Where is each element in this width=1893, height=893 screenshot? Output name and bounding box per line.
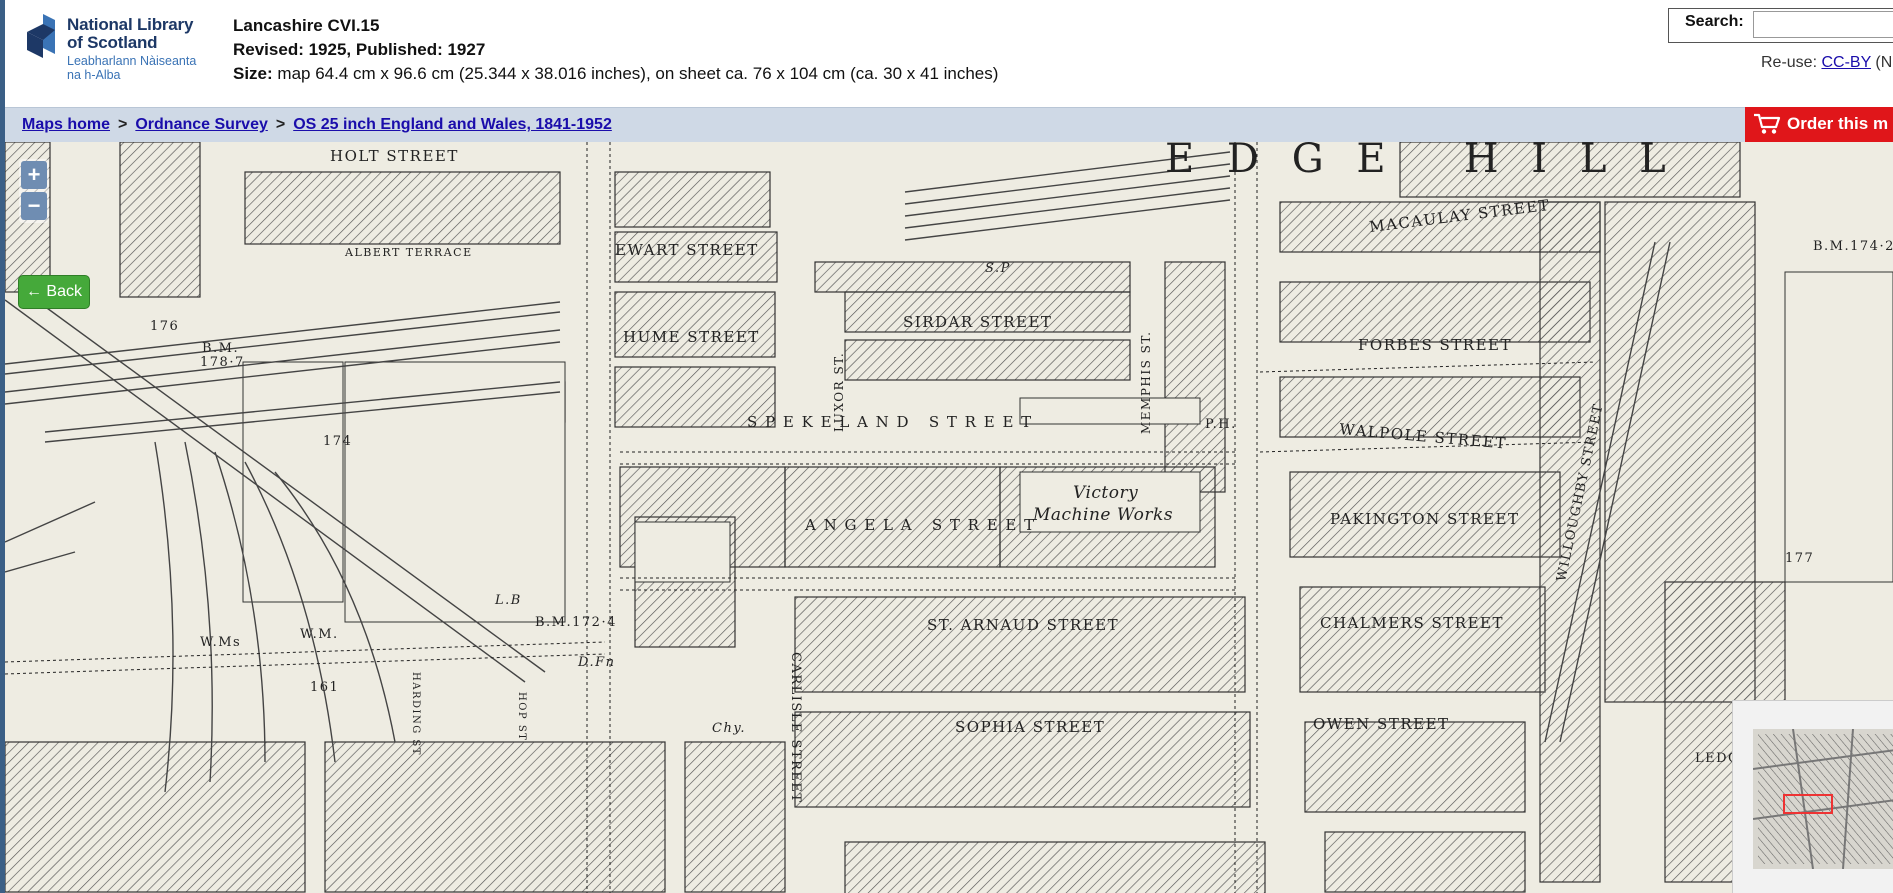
map-label-carlisle-street: CARLISLE STREET	[788, 652, 803, 804]
breadcrumb-bar: Maps home > Ordnance Survey > OS 25 inch Eng…	[5, 107, 1893, 143]
map-title: Lancashire CVI.15	[233, 16, 380, 35]
map-label-177: 177	[1785, 551, 1814, 566]
map-label-chalmers-street: CHALMERS STREET	[1320, 614, 1504, 632]
nls-logo-mark-icon	[27, 14, 55, 58]
map-label-edge-hill: E D G E H I L L	[1165, 142, 1676, 182]
map-label-bm: B.M.	[202, 341, 239, 356]
map-label-st-arnaud-street: ST. ARNAUD STREET	[927, 616, 1119, 634]
map-label-176: 176	[150, 319, 179, 334]
map-size-label: Size:	[233, 64, 273, 83]
breadcrumb-os-25-inch[interactable]: OS 25 inch England and Wales, 1841-1952	[293, 116, 612, 133]
map-label-dfn: D.Fn	[577, 655, 615, 670]
map-label-harding-st: HARDING ST	[410, 672, 421, 756]
reuse-prefix: Re-use:	[1761, 54, 1822, 71]
overview-map[interactable]	[1732, 700, 1893, 893]
zoom-in-button[interactable]: +	[21, 161, 47, 189]
map-label-wms: W.Ms	[200, 635, 241, 650]
map-label-forbes-street: FORBES STREET	[1358, 336, 1512, 354]
reuse-suffix: (NL	[1875, 54, 1893, 71]
breadcrumb-separator: >	[275, 116, 286, 133]
zoom-control: + −	[19, 159, 49, 223]
map-label-sirdar-street: SIRDAR STREET	[903, 313, 1052, 331]
map-canvas[interactable]: HOLT STREET ALBERT TERRACE EWART STREET …	[5, 142, 1893, 893]
map-label-sophia-street: SOPHIA STREET	[955, 718, 1105, 736]
order-map-label: Order this m	[1787, 114, 1889, 133]
map-info: Lancashire CVI.15 Revised: 1925, Publish…	[233, 14, 998, 86]
map-label-lb: L.B	[494, 593, 522, 608]
map-label-victory: Victory	[1073, 483, 1138, 503]
map-label-holt-street: HOLT STREET	[330, 147, 459, 165]
breadcrumb-maps-home[interactable]: Maps home	[22, 116, 110, 133]
logo-line-2: of Scotland	[67, 33, 158, 52]
reuse-info: Re-use: CC-BY (NL	[1761, 54, 1893, 72]
map-size: Size: map 64.4 cm x 96.6 cm (25.344 x 38…	[233, 62, 998, 86]
map-label-owen-street: OWEN STREET	[1313, 715, 1450, 733]
map-label-machine-works: Machine Works	[1032, 505, 1173, 525]
map-label-hume-street: HUME STREET	[623, 328, 760, 346]
map-label-bm-172: B.M.172·4	[535, 615, 617, 630]
map-label-pakington-street: PAKINGTON STREET	[1330, 510, 1519, 528]
map-label-albert-terrace: ALBERT TERRACE	[344, 246, 473, 259]
search-box: Search:	[1668, 8, 1893, 43]
map-label-bm-174: B.M.174·2	[1813, 239, 1893, 254]
search-label: Search:	[1685, 13, 1744, 30]
breadcrumb: Maps home > Ordnance Survey > OS 25 inch Eng…	[22, 116, 612, 134]
map-label-ewart-street: EWART STREET	[615, 241, 759, 259]
breadcrumb-ordnance-survey[interactable]: Ordnance Survey	[135, 116, 268, 133]
map-size-text: map 64.4 cm x 96.6 cm (25.344 x 38.016 i…	[277, 64, 999, 83]
map-revised: Revised: 1925, Published: 1927	[233, 40, 486, 59]
map-label-wm: W.M.	[300, 627, 339, 642]
map-viewer[interactable]: HOLT STREET ALBERT TERRACE EWART STREET …	[5, 142, 1893, 893]
overview-viewport-frame[interactable]	[1783, 794, 1833, 814]
map-label-hop-st: HOP ST	[516, 692, 527, 741]
map-label-memphis-st: MEMPHIS ST.	[1139, 331, 1153, 434]
breadcrumb-separator: >	[118, 116, 128, 133]
nls-logo[interactable]: National Library of Scotland Leabharlann…	[25, 14, 215, 90]
header: National Library of Scotland Leabharlann…	[5, 0, 1893, 107]
map-label-angela-street: A N G E L A S T R E E T	[804, 516, 1036, 534]
zoom-out-button[interactable]: −	[21, 192, 47, 220]
map-label-ph: P.H.	[1205, 417, 1237, 432]
map-label-174: 174	[323, 434, 352, 449]
cart-icon	[1754, 113, 1781, 134]
search-input[interactable]	[1753, 11, 1893, 38]
map-label-161: 161	[310, 680, 339, 695]
map-label-chy: Chy.	[712, 721, 746, 736]
logo-line-3: Leabharlann Nàiseanta	[67, 54, 197, 68]
map-label-spekeland-street: S P E K E L A N D S T R E E T	[747, 413, 1033, 431]
map-label-sp: S.P	[985, 261, 1011, 276]
logo-line-4: na h-Alba	[67, 68, 121, 82]
cc-by-link[interactable]: CC-BY	[1821, 54, 1871, 71]
back-button[interactable]: ← Back	[18, 275, 90, 309]
logo-line-1: National Library	[67, 15, 194, 34]
map-label-bm-178: 178·7	[200, 355, 245, 370]
order-map-button[interactable]: Order this m	[1745, 107, 1893, 142]
